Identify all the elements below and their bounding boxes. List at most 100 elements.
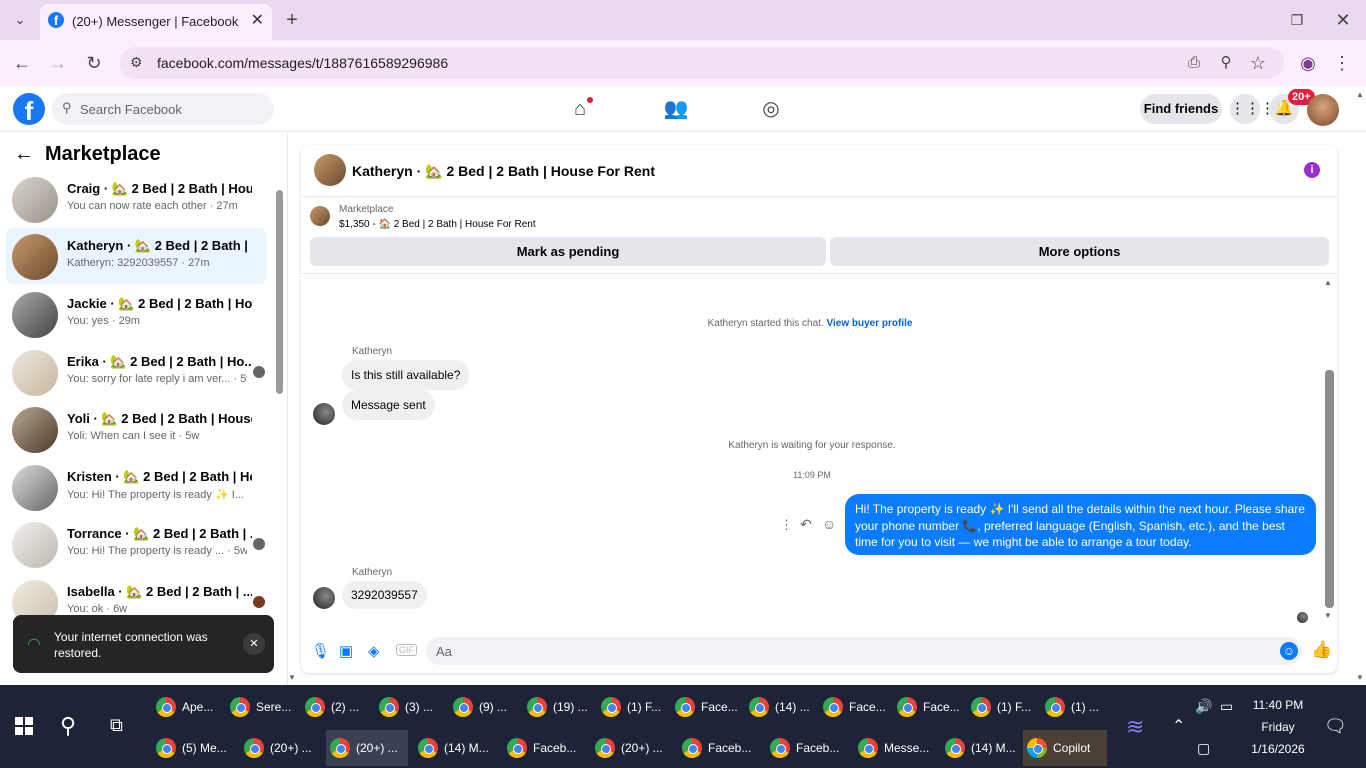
chrome-icon xyxy=(897,697,917,717)
emoji-picker-icon[interactable]: ☺ xyxy=(1280,642,1298,660)
clock-date[interactable]: 1/16/2026 xyxy=(1243,742,1313,756)
conversation-item[interactable]: Kristen · 🏡 2 Bed | 2 Bath | Hou... You: … xyxy=(6,459,267,515)
taskbar-copilot[interactable]: Copilot xyxy=(1023,730,1107,766)
taskbar-app[interactable]: (20+) ... xyxy=(240,730,312,766)
mark-as-pending-button[interactable]: Mark as pending xyxy=(310,237,826,266)
taskbar-app[interactable]: (2) ... xyxy=(301,689,359,725)
widget-stack-icon[interactable]: ≋ xyxy=(1126,714,1144,740)
taskbar-app[interactable]: (9) ... xyxy=(449,689,507,725)
conversation-item[interactable]: Erika · 🏡 2 Bed | 2 Bath | Ho... You: sor… xyxy=(6,344,267,400)
taskbar-app[interactable]: (14) M... xyxy=(941,730,1016,766)
close-window-icon[interactable]: ✕ xyxy=(1329,6,1357,34)
new-tab-icon[interactable]: + xyxy=(278,6,306,34)
menu-grid-icon[interactable]: ⋮⋮⋮ xyxy=(1230,94,1275,124)
taskbar-app-active[interactable]: (20+) ... xyxy=(326,730,408,766)
katheryn-avatar[interactable] xyxy=(313,403,335,425)
incoming-message[interactable]: 3292039557 xyxy=(342,581,427,609)
taskbar-search-icon[interactable]: ⚲ xyxy=(60,713,76,739)
taskbar-app[interactable]: (14) M... xyxy=(414,730,489,766)
taskbar-app[interactable]: Face... xyxy=(893,689,960,725)
incoming-message[interactable]: Message sent xyxy=(342,390,435,420)
outgoing-message[interactable]: Hi! The property is ready ✨ I'll send al… xyxy=(845,494,1316,555)
account-avatar[interactable] xyxy=(1307,94,1339,126)
taskbar-app[interactable]: Ape... xyxy=(152,689,213,725)
back-icon[interactable]: ← xyxy=(8,49,36,77)
zoom-icon[interactable]: ⚲ xyxy=(1212,49,1240,77)
conversation-item[interactable]: Yoli · 🏡 2 Bed | 2 Bath | House ... Yoli:… xyxy=(6,401,267,457)
chat-scrollbar[interactable] xyxy=(1325,370,1334,608)
info-icon[interactable]: i xyxy=(1304,162,1320,178)
left-scroll-down-icon[interactable]: ▼ xyxy=(288,673,296,682)
page-scroll-up-icon[interactable]: ▲ xyxy=(1356,90,1364,99)
scroll-up-arrow-icon[interactable]: ▲ xyxy=(1324,278,1332,287)
taskbar-app[interactable]: (5) Me... xyxy=(152,730,227,766)
profile-icon[interactable]: ◉ xyxy=(1294,49,1322,77)
address-bar[interactable]: ⚙ facebook.com/messages/t/18876165892969… xyxy=(120,47,1284,79)
taskbar-app[interactable]: (3) ... xyxy=(375,689,433,725)
message-input[interactable]: Aa ☺ xyxy=(426,637,1302,665)
more-options-button[interactable]: More options xyxy=(830,237,1329,266)
conversations-scrollbar[interactable] xyxy=(276,190,283,394)
browser-tab[interactable]: f (20+) Messenger | Facebook ✕ xyxy=(40,4,272,40)
incoming-message[interactable]: Is this still available? xyxy=(342,360,470,390)
taskbar-app[interactable]: Face... xyxy=(671,689,738,725)
bookmark-star-icon[interactable]: ☆ xyxy=(1244,49,1272,77)
restore-window-icon[interactable]: ❐ xyxy=(1283,6,1311,34)
sticker-icon[interactable]: ◈ xyxy=(368,642,380,660)
taskbar-app[interactable]: Faceb... xyxy=(678,730,751,766)
search-input[interactable]: ⚲ Search Facebook xyxy=(52,93,274,125)
attach-photo-icon[interactable]: ▣ xyxy=(339,642,353,660)
taskbar-app[interactable]: Messe... xyxy=(854,730,929,766)
gif-icon[interactable]: GIF xyxy=(396,644,417,656)
scroll-down-arrow-icon[interactable]: ▼ xyxy=(1324,611,1332,620)
reload-icon[interactable]: ↻ xyxy=(80,49,108,77)
chrome-icon xyxy=(823,697,843,717)
taskbar-app[interactable]: (1) F... xyxy=(597,689,661,725)
phone-link-icon[interactable]: ▢ xyxy=(1197,740,1210,757)
site-info-icon[interactable]: ⚙ xyxy=(130,54,143,71)
listing-avatar[interactable] xyxy=(314,154,346,186)
view-buyer-profile-link[interactable]: View buyer profile xyxy=(827,318,913,329)
task-view-icon[interactable]: ⧉ xyxy=(110,715,123,736)
notification-center-icon[interactable]: 🗨 xyxy=(1324,716,1347,737)
facebook-logo[interactable]: f xyxy=(13,93,45,126)
chrome-menu-icon[interactable]: ⋮ xyxy=(1328,49,1356,77)
clock-day[interactable]: Friday xyxy=(1248,720,1308,734)
page-scroll-down-icon[interactable]: ▼ xyxy=(1356,673,1364,682)
conversation-item[interactable]: Craig · 🏡 2 Bed | 2 Bath | Hous... You ca… xyxy=(6,171,267,227)
conversation-item[interactable]: Torrance · 🏡 2 Bed | 2 Bath | ... You: Hi… xyxy=(6,516,267,572)
close-toast-icon[interactable]: ✕ xyxy=(243,633,265,655)
taskbar-app[interactable]: Sere... xyxy=(226,689,291,725)
taskbar-app[interactable]: Faceb... xyxy=(503,730,576,766)
groups-icon[interactable]: ◎ xyxy=(756,94,786,124)
more-actions-icon[interactable]: ⋮ xyxy=(780,517,793,533)
friends-icon[interactable]: 👥 xyxy=(661,94,691,124)
forward-icon[interactable]: → xyxy=(44,49,72,77)
taskbar-app[interactable]: Face... xyxy=(819,689,886,725)
clock-time[interactable]: 11:40 PM xyxy=(1248,698,1308,712)
taskbar-app[interactable]: (1) F... xyxy=(967,689,1031,725)
katheryn-avatar[interactable] xyxy=(313,587,335,609)
volume-icon[interactable]: 🔊 xyxy=(1195,698,1212,715)
battery-icon[interactable]: ▭ xyxy=(1220,698,1233,715)
windows-start-icon[interactable] xyxy=(15,717,33,735)
reply-icon[interactable]: ↶ xyxy=(800,516,812,533)
react-emoji-icon[interactable]: ☺ xyxy=(822,516,836,532)
install-app-icon[interactable]: ⎙ xyxy=(1180,49,1208,77)
tab-search-icon[interactable]: ⌄ xyxy=(6,6,34,34)
taskbar-app[interactable]: (20+) ... xyxy=(591,730,663,766)
taskbar-app[interactable]: Faceb... xyxy=(766,730,839,766)
find-friends-button[interactable]: Find friends xyxy=(1140,94,1222,124)
conversation-item-selected[interactable]: Katheryn · 🏡 2 Bed | 2 Bath | H... Kather… xyxy=(6,228,267,284)
back-arrow-icon[interactable]: ← xyxy=(14,143,34,166)
taskbar-app[interactable]: (1) ... xyxy=(1041,689,1099,725)
taskbar-app[interactable]: (14) ... xyxy=(745,689,810,725)
tray-overflow-chevron-icon[interactable]: ⌃ xyxy=(1172,716,1185,736)
conversation-item[interactable]: Jackie · 🏡 2 Bed | 2 Bath | Hous... You: … xyxy=(6,286,267,342)
microphone-icon[interactable]: 🎙 xyxy=(311,642,330,660)
taskbar-app[interactable]: (19) ... xyxy=(523,689,588,725)
like-thumbs-up-icon[interactable]: 👍 xyxy=(1311,640,1332,660)
chat-title[interactable]: Katheryn · 🏡 2 Bed | 2 Bath | House For … xyxy=(352,163,655,180)
close-tab-icon[interactable]: ✕ xyxy=(251,10,264,30)
listing-thumbnail xyxy=(12,234,58,280)
